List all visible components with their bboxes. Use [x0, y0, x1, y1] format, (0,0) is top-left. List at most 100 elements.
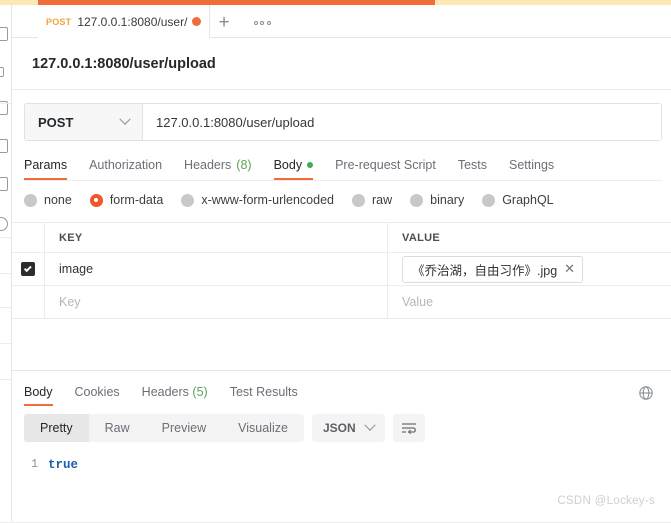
sidebar-icon-apis[interactable]	[0, 67, 4, 77]
view-mode-pretty[interactable]: Pretty	[24, 414, 89, 442]
tab-params-label: Params	[24, 158, 68, 172]
sidebar-divider	[0, 273, 11, 274]
word-wrap-button[interactable]	[392, 414, 425, 442]
row-value-cell[interactable]: 《乔治湖，自由习作》.jpg ✕	[388, 253, 671, 285]
empty-row-value-cell[interactable]: Value	[388, 286, 671, 318]
empty-row-key-cell[interactable]: Key	[45, 286, 388, 318]
table-header-row: KEY VALUE	[12, 223, 671, 253]
sidebar-icon-mock[interactable]	[0, 139, 8, 153]
column-header-value: VALUE	[402, 231, 440, 244]
tab-tests-label: Tests	[457, 158, 487, 172]
url-input[interactable]: 127.0.0.1:8080/user/upload	[143, 104, 661, 140]
response-tab-cookies-label: Cookies	[74, 385, 120, 399]
tab-url-label: 127.0.0.1:8080/user/up	[77, 14, 188, 29]
tab-authorization[interactable]: Authorization	[89, 158, 176, 180]
response-toolbar: Pretty Raw Preview Visualize JSON	[24, 413, 662, 443]
radio-icon	[24, 193, 37, 207]
view-mode-visualize[interactable]: Visualize	[222, 414, 304, 442]
postman-window: POST 127.0.0.1:8080/user/up + 127.0.0.1:…	[0, 0, 671, 523]
response-tab-cookies[interactable]: Cookies	[75, 385, 120, 406]
new-tab-button[interactable]: +	[210, 12, 238, 32]
radio-raw[interactable]: raw	[352, 193, 392, 207]
row-enabled-checkbox[interactable]	[21, 262, 35, 276]
radio-raw-label: raw	[372, 193, 393, 207]
tab-pre-request-script[interactable]: Pre-request Script	[335, 158, 450, 180]
view-mode-preview[interactable]: Preview	[146, 414, 222, 442]
radio-form-data[interactable]: form-data	[89, 193, 164, 207]
tab-pre-request-script-label: Pre-request Script	[335, 158, 436, 172]
globe-icon[interactable]	[638, 385, 654, 401]
watermark: CSDN @Lockey-s	[557, 495, 655, 507]
tab-headers-label: Headers	[184, 158, 232, 172]
radio-icon-selected	[89, 193, 103, 207]
http-method-value: POST	[38, 114, 74, 130]
header-checkbox-cell	[12, 223, 45, 252]
response-tab-body[interactable]: Body	[24, 385, 53, 406]
tab-body[interactable]: Body	[273, 158, 328, 180]
radio-binary[interactable]: binary	[410, 193, 464, 207]
radio-x-www-form-urlencoded-label: x-www-form-urlencoded	[201, 193, 334, 207]
chevron-down-icon	[363, 419, 376, 431]
request-tabs: Params Authorization Headers (8) Body Pr…	[24, 150, 662, 181]
tab-method-label: POST	[46, 16, 72, 27]
response-tab-headers-label: Headers	[141, 385, 189, 399]
radio-binary-label: binary	[430, 193, 465, 207]
tab-headers-count: (8)	[236, 158, 252, 172]
key-placeholder: Key	[59, 295, 81, 309]
radio-graphql[interactable]: GraphQL	[482, 193, 554, 207]
sidebar-icon-history[interactable]	[0, 217, 8, 231]
radio-form-data-label: form-data	[109, 193, 164, 207]
response-divider	[12, 370, 671, 371]
file-chip[interactable]: 《乔治湖，自由习作》.jpg ✕	[402, 255, 584, 283]
sidebar-divider	[0, 307, 11, 308]
radio-none[interactable]: none	[24, 193, 72, 207]
radio-icon	[181, 193, 195, 207]
code-line-number: 1	[31, 458, 38, 471]
empty-row-checkbox-cell	[12, 286, 45, 318]
word-wrap-icon	[401, 423, 416, 435]
tab-authorization-label: Authorization	[89, 158, 163, 172]
value-placeholder: Value	[402, 295, 434, 309]
tab-settings-label: Settings	[509, 158, 555, 172]
radio-icon	[410, 193, 424, 207]
response-format-select[interactable]: JSON	[311, 414, 385, 442]
sidebar-divider	[0, 237, 11, 238]
response-tab-test-results[interactable]: Test Results	[230, 385, 298, 406]
radio-icon	[482, 193, 496, 207]
header-key-cell: KEY	[45, 223, 388, 252]
http-method-select[interactable]: POST	[25, 104, 143, 140]
tab-params[interactable]: Params	[24, 158, 81, 180]
tab-options-button[interactable]	[248, 14, 276, 32]
response-format-value: JSON	[322, 421, 356, 435]
view-mode-raw[interactable]: Raw	[89, 414, 146, 442]
table-row: image 《乔治湖，自由习作》.jpg ✕	[12, 253, 671, 286]
chevron-down-icon	[119, 113, 131, 125]
tab-tests[interactable]: Tests	[458, 158, 501, 180]
response-tab-headers-count: (5)	[192, 385, 208, 399]
row-checkbox-cell	[12, 253, 45, 285]
response-tab-test-results-label: Test Results	[229, 385, 298, 399]
request-url-bar: POST 127.0.0.1:8080/user/upload	[24, 103, 662, 141]
tab-headers[interactable]: Headers (8)	[184, 158, 266, 180]
row-key-cell[interactable]: image	[45, 253, 388, 285]
sidebar-rail	[0, 5, 12, 523]
sidebar-divider	[0, 103, 11, 104]
radio-x-www-form-urlencoded[interactable]: x-www-form-urlencoded	[181, 193, 334, 207]
response-tab-body-label: Body	[24, 385, 53, 399]
tab-strip: POST 127.0.0.1:8080/user/up +	[12, 5, 671, 38]
response-tab-headers[interactable]: Headers (5)	[142, 385, 208, 406]
tab-settings[interactable]: Settings	[509, 158, 568, 180]
sidebar-icon-monitors[interactable]	[0, 177, 8, 191]
file-name-label: 《乔治湖，自由习作》.jpg	[412, 263, 558, 278]
tab-body-label: Body	[273, 158, 303, 172]
table-row-empty: Key Value	[12, 286, 671, 319]
request-tab-active[interactable]: POST 127.0.0.1:8080/user/up	[38, 5, 210, 38]
breadcrumb-bar: 127.0.0.1:8080/user/upload	[12, 38, 671, 90]
row-key-value: image	[59, 262, 94, 276]
header-value-cell: VALUE	[388, 223, 671, 252]
form-data-table: KEY VALUE image 《乔治湖，自由习作》.jpg ✕ Key Val…	[12, 222, 671, 319]
radio-none-label: none	[44, 193, 72, 207]
unsaved-indicator-dot	[192, 17, 201, 26]
sidebar-icon-collections[interactable]	[0, 27, 8, 41]
remove-file-icon[interactable]: ✕	[564, 263, 575, 276]
